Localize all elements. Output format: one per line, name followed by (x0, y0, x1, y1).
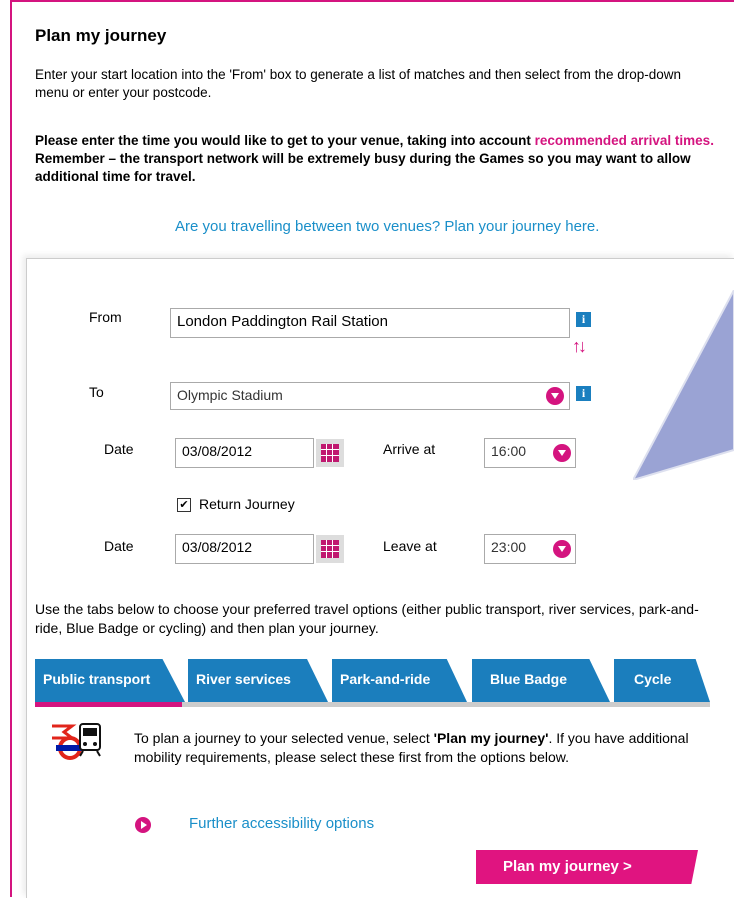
calendar-button[interactable] (316, 439, 344, 467)
swap-icon[interactable]: ↑↓ (572, 336, 587, 357)
date-input[interactable]: 03/08/2012 (175, 438, 314, 468)
to-select[interactable]: Olympic Stadium (170, 382, 570, 410)
arrive-dropdown-icon[interactable] (553, 444, 571, 462)
leave-at-label: Leave at (383, 538, 437, 554)
tab-park-and-ride[interactable]: Park-and-ride (332, 659, 467, 702)
two-venues-link[interactable]: Are you travelling between two venues? P… (175, 218, 599, 235)
tab-river-services[interactable]: River services (188, 659, 328, 702)
journey-form-panel (26, 258, 734, 898)
leave-dropdown-icon[interactable] (553, 540, 571, 558)
from-info-icon[interactable]: i (576, 312, 591, 327)
tab-blue-badge[interactable]: Blue Badge (472, 659, 610, 702)
page-title: Plan my journey (35, 26, 167, 45)
from-input[interactable]: London Paddington Rail Station (170, 308, 570, 338)
from-label: From (89, 309, 122, 325)
tab-underline (182, 702, 710, 707)
return-journey-checkbox[interactable]: ✔ (177, 498, 191, 512)
return-date-input[interactable]: 03/08/2012 (175, 534, 314, 564)
arrival-notice: Please enter the time you would like to … (35, 132, 725, 186)
panel-instructions: To plan a journey to your selected venue… (134, 729, 694, 767)
tabs-intro-text: Use the tabs below to choose your prefer… (35, 601, 699, 636)
arrive-at-label: Arrive at (383, 441, 436, 457)
public-transport-icon (52, 723, 101, 760)
recommended-arrival-link[interactable]: recommended arrival times. (535, 133, 714, 148)
plan-my-journey-button[interactable]: Plan my journey > (476, 850, 698, 884)
notice-text-2: Remember – the transport network will be… (35, 151, 691, 184)
intro-text: Enter your start location into the 'From… (35, 67, 681, 100)
return-journey-label: Return Journey (199, 496, 295, 512)
date-label: Date (104, 441, 134, 457)
notice-text-1: Please enter the time you would like to … (35, 133, 531, 148)
return-date-label: Date (104, 538, 134, 554)
tab-public-transport[interactable]: Public transport (35, 659, 185, 702)
instructions-bold: 'Plan my journey' (433, 730, 549, 746)
active-tab-indicator (35, 702, 182, 707)
to-info-icon[interactable]: i (576, 386, 591, 401)
callout-pointer (633, 290, 734, 480)
to-label: To (89, 384, 104, 400)
return-calendar-icon (321, 540, 339, 558)
return-calendar-button[interactable] (316, 535, 344, 563)
to-dropdown-icon[interactable] (546, 387, 564, 405)
accessibility-options-link[interactable]: Further accessibility options (189, 815, 374, 832)
instructions-text-1: To plan a journey to your selected venue… (134, 730, 434, 746)
play-icon[interactable] (135, 817, 151, 833)
tab-cycle[interactable]: Cycle (614, 659, 710, 702)
calendar-icon (321, 444, 339, 462)
